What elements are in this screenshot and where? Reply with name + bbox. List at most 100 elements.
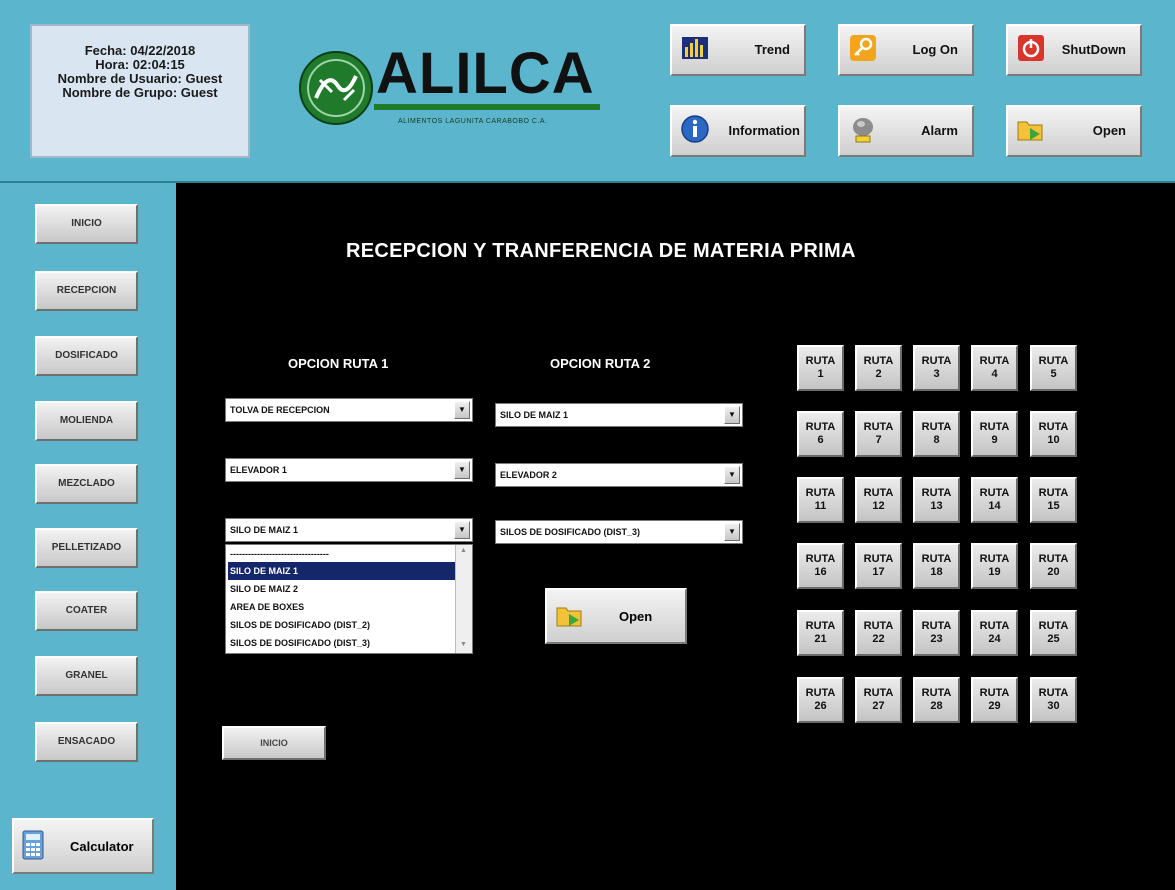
dropdown-option-selected[interactable]: SILO DE MAIZ 1 [228, 562, 456, 580]
open-header-label: Open [1092, 123, 1126, 138]
ruta2-origin-value: SILO DE MAIZ 1 [500, 410, 569, 420]
ruta-28-button[interactable]: RUTA 28 [913, 677, 960, 723]
ruta-14-button[interactable]: RUTA 14 [971, 477, 1018, 523]
ruta2-destination-value: SILOS DE DOSIFICADO (DIST_3) [500, 527, 641, 537]
trend-button[interactable]: Trend [670, 24, 806, 76]
time-text: Hora: 02:04:15 [95, 57, 185, 72]
ruta-15-button[interactable]: RUTA 15 [1030, 477, 1077, 523]
dropdown-option[interactable]: SILO DE MAIZ 2 [228, 580, 456, 598]
nav-ensacado-button[interactable]: ENSACADO [35, 722, 138, 762]
ruta-label: RUTA [979, 421, 1010, 433]
ruta-24-button[interactable]: RUTA 24 [971, 610, 1018, 656]
ruta-6-button[interactable]: RUTA 6 [797, 411, 844, 457]
ruta-number: 9 [991, 434, 998, 446]
ruta1-elevator-value: ELEVADOR 1 [230, 465, 287, 475]
ruta-label: RUTA [863, 620, 894, 632]
date-text: Fecha: 04/22/2018 [84, 43, 196, 58]
ruta-4-button[interactable]: RUTA 4 [971, 345, 1018, 391]
nav-pelletizado-button[interactable]: PELLETIZADO [35, 528, 138, 568]
ruta-label: RUTA [979, 620, 1010, 632]
ruta-16-button[interactable]: RUTA 16 [797, 543, 844, 589]
nav-molienda-button[interactable]: MOLIENDA [35, 401, 138, 441]
ruta-19-button[interactable]: RUTA 19 [971, 543, 1018, 589]
chevron-down-icon[interactable]: ▼ [724, 523, 740, 541]
ruta-18-button[interactable]: RUTA 18 [913, 543, 960, 589]
ruta-label: RUTA [805, 487, 836, 499]
ruta-23-button[interactable]: RUTA 23 [913, 610, 960, 656]
key-icon [850, 35, 876, 61]
chevron-down-icon[interactable]: ▼ [454, 461, 470, 479]
ruta-21-button[interactable]: RUTA 21 [797, 610, 844, 656]
ruta2-destination-select[interactable]: SILOS DE DOSIFICADO (DIST_3) ▼ [495, 520, 743, 544]
ruta-26-button[interactable]: RUTA 26 [797, 677, 844, 723]
chevron-down-icon[interactable]: ▼ [724, 406, 740, 424]
open-header-button[interactable]: Open [1006, 105, 1142, 157]
ruta-29-button[interactable]: RUTA 29 [971, 677, 1018, 723]
ruta-8-button[interactable]: RUTA 8 [913, 411, 960, 457]
ruta-5-button[interactable]: RUTA 5 [1030, 345, 1077, 391]
chevron-down-icon[interactable]: ▼ [724, 466, 740, 484]
ruta-label: RUTA [921, 487, 952, 499]
inicio-button[interactable]: INICIO [222, 726, 326, 760]
nav-coater-button[interactable]: COATER [35, 591, 138, 631]
ruta-number: 13 [930, 500, 943, 512]
dropdown-scrollbar[interactable]: ▲ ▼ [455, 545, 472, 653]
ruta-1-button[interactable]: RUTA 1 [797, 345, 844, 391]
dropdown-option[interactable]: --------------------------------- [228, 545, 456, 563]
scroll-down-icon[interactable]: ▼ [458, 641, 469, 651]
ruta-22-button[interactable]: RUTA 22 [855, 610, 902, 656]
ruta-label: RUTA [863, 687, 894, 699]
ruta-number: 28 [930, 700, 943, 712]
chevron-down-icon[interactable]: ▼ [454, 401, 470, 419]
scada-screen: Fecha: 04/22/2018 Hora: 02:04:15 Nombre … [0, 0, 1175, 890]
ruta-number: 3 [933, 368, 940, 380]
ruta2-origin-select[interactable]: SILO DE MAIZ 1 ▼ [495, 403, 743, 427]
ruta-label: RUTA [979, 487, 1010, 499]
nav-recepcion-button[interactable]: RECEPCION [35, 271, 138, 311]
ruta2-elevator-select[interactable]: ELEVADOR 2 ▼ [495, 463, 743, 487]
ruta-25-button[interactable]: RUTA 25 [1030, 610, 1077, 656]
dropdown-option[interactable]: SILOS DE DOSIFICADO (DIST_2) [228, 616, 456, 634]
chevron-down-icon[interactable]: ▼ [454, 521, 470, 539]
ruta-label: RUTA [921, 687, 952, 699]
ruta-number: 7 [875, 434, 882, 446]
open-route-button[interactable]: Open [545, 588, 687, 644]
scroll-up-icon[interactable]: ▲ [458, 547, 469, 557]
ruta-label: RUTA [805, 421, 836, 433]
ruta-12-button[interactable]: RUTA 12 [855, 477, 902, 523]
dropdown-option[interactable]: AREA DE BOXES [228, 598, 456, 616]
ruta-17-button[interactable]: RUTA 17 [855, 543, 902, 589]
ruta-7-button[interactable]: RUTA 7 [855, 411, 902, 457]
ruta-13-button[interactable]: RUTA 13 [913, 477, 960, 523]
ruta-number: 30 [1047, 700, 1060, 712]
calculator-button[interactable]: Calculator [12, 818, 154, 874]
ruta-label: RUTA [921, 553, 952, 565]
ruta-number: 19 [988, 566, 1001, 578]
nav-mezclado-button[interactable]: MEZCLADO [35, 464, 138, 504]
shutdown-button[interactable]: ShutDown [1006, 24, 1142, 76]
nav-inicio-button[interactable]: INICIO [35, 204, 138, 244]
ruta-number: 21 [814, 633, 827, 645]
ruta-label: RUTA [979, 687, 1010, 699]
alarm-button[interactable]: Alarm [838, 105, 974, 157]
ruta-3-button[interactable]: RUTA 3 [913, 345, 960, 391]
dropdown-option[interactable]: SILOS DE DOSIFICADO (DIST_3) [228, 634, 456, 652]
ruta-11-button[interactable]: RUTA 11 [797, 477, 844, 523]
ruta-label: RUTA [805, 355, 836, 367]
ruta-10-button[interactable]: RUTA 10 [1030, 411, 1077, 457]
ruta-2-button[interactable]: RUTA 2 [855, 345, 902, 391]
logon-button[interactable]: Log On [838, 24, 974, 76]
ruta-number: 1 [817, 368, 824, 380]
ruta-30-button[interactable]: RUTA 30 [1030, 677, 1077, 723]
nav-granel-button[interactable]: GRANEL [35, 656, 138, 696]
ruta1-destination-select[interactable]: SILO DE MAIZ 1 ▼ [225, 518, 473, 542]
nav-dosificado-button[interactable]: DOSIFICADO [35, 336, 138, 376]
ruta1-elevator-select[interactable]: ELEVADOR 1 ▼ [225, 458, 473, 482]
ruta-9-button[interactable]: RUTA 9 [971, 411, 1018, 457]
information-button[interactable]: Information [670, 105, 806, 157]
page-title: RECEPCION Y TRANFERENCIA DE MATERIA PRIM… [346, 240, 856, 262]
ruta-label: RUTA [1038, 421, 1069, 433]
ruta-27-button[interactable]: RUTA 27 [855, 677, 902, 723]
ruta-20-button[interactable]: RUTA 20 [1030, 543, 1077, 589]
ruta1-origin-select[interactable]: TOLVA DE RECEPCION ▼ [225, 398, 473, 422]
